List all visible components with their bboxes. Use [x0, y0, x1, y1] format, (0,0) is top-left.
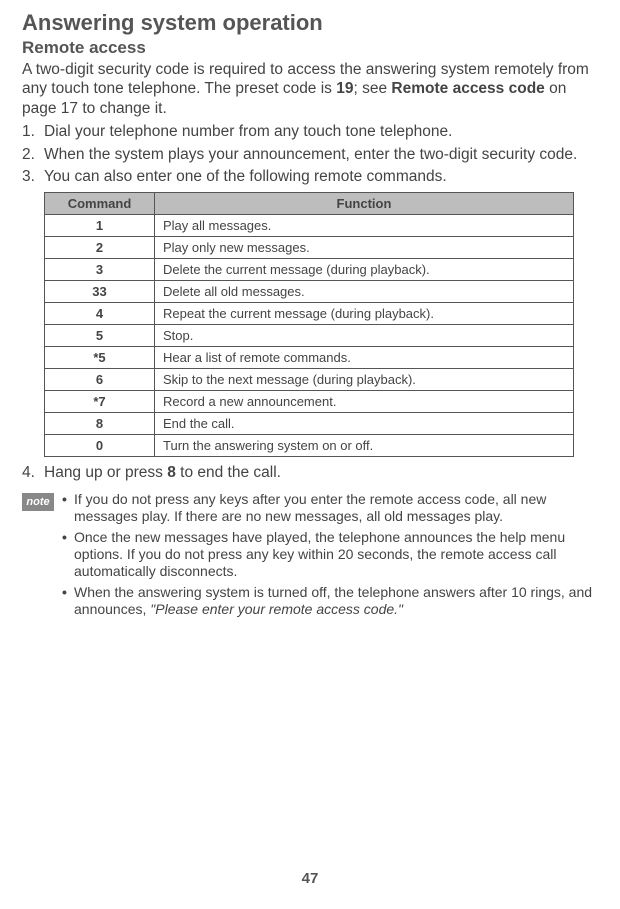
note-item: When the answering system is turned off,…: [62, 584, 598, 618]
step-item: Dial your telephone number from any touc…: [22, 122, 598, 141]
cmd-cell: 33: [45, 281, 155, 303]
table-row: 6Skip to the next message (during playba…: [45, 369, 574, 391]
cmd-cell: 0: [45, 435, 155, 457]
note-item: If you do not press any keys after you e…: [62, 491, 598, 525]
step-4: Hang up or press 8 to end the call.: [22, 463, 598, 482]
fn-cell: Skip to the next message (during playbac…: [155, 369, 574, 391]
cmd-cell: *5: [45, 347, 155, 369]
fn-cell: Play all messages.: [155, 215, 574, 237]
fn-cell: Hear a list of remote commands.: [155, 347, 574, 369]
table-row: 8End the call.: [45, 413, 574, 435]
cmd-cell: 6: [45, 369, 155, 391]
note-item: Once the new messages have played, the t…: [62, 529, 598, 580]
fn-cell: Repeat the current message (during playb…: [155, 303, 574, 325]
cmd-cell: 4: [45, 303, 155, 325]
table-row: 3Delete the current message (during play…: [45, 259, 574, 281]
note-list: If you do not press any keys after you e…: [62, 491, 598, 623]
note-badge: note: [22, 493, 54, 511]
cmd-cell: *7: [45, 391, 155, 413]
table-row: 33Delete all old messages.: [45, 281, 574, 303]
cmd-cell: 5: [45, 325, 155, 347]
commands-table: Command Function 1Play all messages. 2Pl…: [44, 192, 574, 457]
cmd-cell: 1: [45, 215, 155, 237]
table-header-function: Function: [155, 193, 574, 215]
fn-cell: Delete the current message (during playb…: [155, 259, 574, 281]
intro-bold-ref: Remote access code: [391, 80, 544, 97]
page-number: 47: [0, 870, 620, 887]
steps-list: Dial your telephone number from any touc…: [22, 122, 598, 186]
table-row: 4Repeat the current message (during play…: [45, 303, 574, 325]
cmd-cell: 2: [45, 237, 155, 259]
fn-cell: Stop.: [155, 325, 574, 347]
note-block: note If you do not press any keys after …: [22, 491, 598, 623]
intro-paragraph: A two-digit security code is required to…: [22, 60, 598, 118]
step-item: You can also enter one of the following …: [22, 167, 598, 186]
fn-cell: End the call.: [155, 413, 574, 435]
table-row: 2Play only new messages.: [45, 237, 574, 259]
note-italic: "Please enter your remote access code.": [150, 601, 403, 617]
table-header-command: Command: [45, 193, 155, 215]
table-row: 5Stop.: [45, 325, 574, 347]
table-row: *5Hear a list of remote commands.: [45, 347, 574, 369]
fn-cell: Turn the answering system on or off.: [155, 435, 574, 457]
fn-cell: Delete all old messages.: [155, 281, 574, 303]
fn-cell: Record a new announcement.: [155, 391, 574, 413]
intro-text-2: ; see: [354, 80, 392, 97]
page-title: Answering system operation: [22, 10, 598, 36]
cmd-cell: 3: [45, 259, 155, 281]
table-row: 0Turn the answering system on or off.: [45, 435, 574, 457]
step-item: When the system plays your announcement,…: [22, 145, 598, 164]
note-text: If you do not press any keys after you e…: [74, 491, 546, 524]
note-text: Once the new messages have played, the t…: [74, 529, 565, 579]
preset-code: 19: [336, 80, 353, 97]
table-row: *7Record a new announcement.: [45, 391, 574, 413]
step4-text-2: to end the call.: [176, 464, 281, 481]
step4-key: 8: [167, 464, 176, 481]
fn-cell: Play only new messages.: [155, 237, 574, 259]
cmd-cell: 8: [45, 413, 155, 435]
table-row: 1Play all messages.: [45, 215, 574, 237]
section-heading: Remote access: [22, 38, 598, 58]
step4-text-1: Hang up or press: [44, 464, 167, 481]
